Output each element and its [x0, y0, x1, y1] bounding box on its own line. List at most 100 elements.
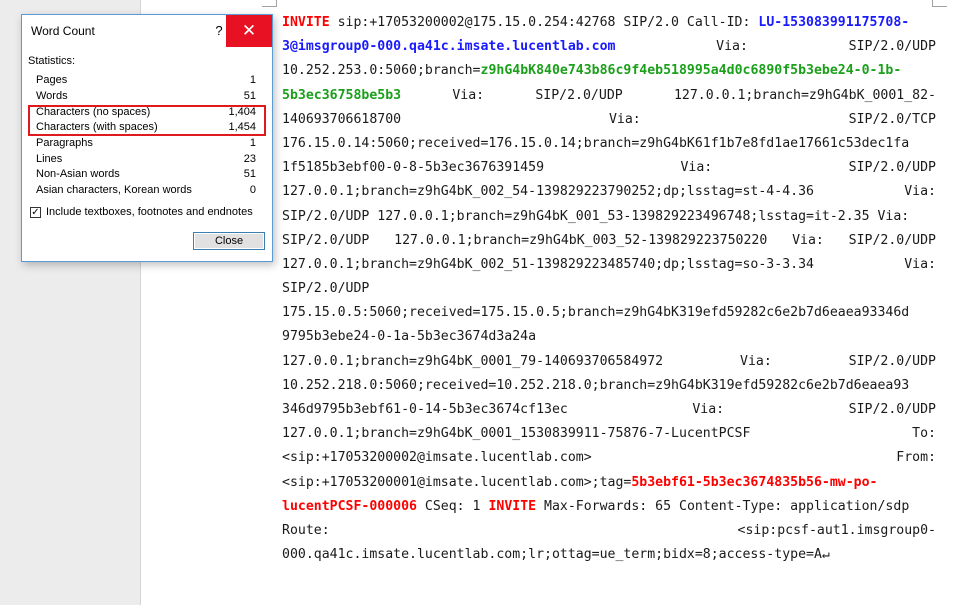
text-run: Via:: [452, 87, 485, 103]
text-run: <sip:+17053200002@imsate.lucentlab.com>: [282, 450, 592, 466]
text-run: Via:: [680, 160, 713, 176]
stat-row: Non-Asian words 51: [36, 167, 256, 183]
text-run: <sip:+17053200001@imsate.lucentlab.com>;…: [282, 474, 632, 490]
text-run: Via:: [608, 111, 641, 127]
text-run: 127.0.0.1;branch=z9hG4bK_0001_79-1406937…: [282, 353, 664, 369]
document-line: SIP/2.0/UDP 127.0.0.1;branch=z9hG4bK_001…: [282, 205, 936, 229]
text-run: 000.qa41c.imsate.lucentlab.com;lr;ottag=…: [282, 547, 830, 563]
text-run: Via:: [792, 232, 824, 248]
text-run: SIP/2.0/UDP: [848, 353, 936, 369]
document-line: <sip:+17053200002@imsate.lucentlab.com> F…: [282, 446, 936, 470]
document-line: 176.15.0.14:5060;received=176.15.0.14;br…: [282, 132, 936, 156]
margin-corner-mark-right: [932, 0, 947, 7]
text-run: SIP/2.0/UDP: [848, 402, 936, 417]
text-run: SIP/2.0/UDP 127.0.0.1;branch=z9hG4bK_001…: [282, 208, 910, 224]
text-run: 1f5185b3ebf00-0-8-5b3ec3676391459: [282, 160, 545, 176]
text-run: 346d9795b3ebf61-0-14-5b3ec3674cf13ec: [282, 402, 568, 417]
document-line: 9795b3ebe24-0-1a-5b3ec3674d3a24a: [282, 325, 936, 349]
document-line: 127.0.0.1;branch=z9hG4bK_002_51-13982922…: [282, 253, 936, 277]
margin-corner-mark-left: [262, 0, 277, 7]
dialog-titlebar: Word Count ? ✕: [22, 15, 272, 47]
stat-value: 1: [249, 137, 256, 149]
document-line: 10.252.253.0:5060;branch=z9hG4bK840e743b…: [282, 59, 936, 83]
stat-row: Pages 1: [36, 73, 256, 89]
text-run: 127.0.0.1;branch=z9hG4bK_002_51-13982922…: [282, 256, 814, 272]
text-run: SIP/2.0/UDP: [535, 87, 623, 103]
text-run: 175.15.0.5:5060;received=175.15.0.5;bran…: [282, 305, 910, 321]
word-count-dialog: Word Count ? ✕ Statistics: Pages 1 Words 51…: [21, 14, 273, 262]
document-line: SIP/2.0/UDP 127.0.0.1;branch=z9hG4bK_003_…: [282, 229, 936, 253]
text-run: SIP/2.0/UDP: [282, 232, 370, 248]
include-textboxes-row[interactable]: ✓ Include textboxes, footnotes and endno…: [30, 206, 270, 220]
text-run: 3@imsgroup0-000.qa41c.imsate.lucentlab.c…: [282, 39, 616, 55]
text-run: 127.0.0.1;branch=z9hG4bK_0001_82-: [673, 87, 936, 103]
document-line: 5b3ec36758be5b3 Via: SIP/2.0/UDP 127.0.0.1;…: [282, 84, 936, 108]
stat-value: 51: [243, 168, 256, 180]
text-run: LU-153083991175708-: [758, 15, 910, 30]
stat-value: 0: [249, 184, 256, 196]
stat-label: Pages: [36, 74, 68, 86]
text-run: z9hG4bK840e743b86c9f4eb518995a4d0c6890f5…: [480, 63, 902, 79]
include-textboxes-label[interactable]: Include textboxes, footnotes and endnote…: [46, 206, 253, 218]
text-run: 127.0.0.1;branch=z9hG4bK_003_52-13982922…: [394, 232, 768, 248]
text-run: Via:: [904, 256, 936, 272]
stat-label: Paragraphs: [36, 137, 93, 149]
document-line: lucentPCSF-000006 CSeq: 1 INVITE Max-For…: [282, 495, 936, 519]
document-line: 127.0.0.1;branch=z9hG4bK_0001_79-1406937…: [282, 350, 936, 374]
document-line: 127.0.0.1;branch=z9hG4bK_0001_1530839911…: [282, 422, 936, 446]
text-run: lucentPCSF-000006: [282, 498, 417, 514]
stat-value: 51: [243, 90, 256, 102]
stat-label: Words: [36, 90, 68, 102]
stat-value: 23: [243, 153, 256, 165]
document-body[interactable]: INVITE sip:+17053200002@175.15.0.254:427…: [282, 11, 936, 567]
text-run: Via:: [716, 39, 748, 55]
text-run: 10.252.253.0:5060;branch=: [282, 63, 481, 79]
text-run: INVITE: [488, 498, 537, 514]
text-run: INVITE: [282, 15, 330, 30]
text-run: SIP/2.0/TCP: [848, 111, 936, 127]
stat-label: Non-Asian words: [36, 168, 120, 180]
text-run: 9795b3ebe24-0-1a-5b3ec3674d3a24a: [282, 329, 537, 345]
text-run: From:: [896, 450, 936, 466]
text-run: SIP/2.0/UDP: [848, 160, 936, 176]
text-run: 5b3ec36758be5b3: [282, 87, 402, 103]
document-line: 000.qa41c.imsate.lucentlab.com;lr;ottag=…: [282, 543, 936, 567]
text-run: Via:: [904, 184, 936, 200]
text-run: Via:: [692, 402, 725, 417]
document-line: <sip:+17053200001@imsate.lucentlab.com>;…: [282, 471, 936, 495]
stat-row: Paragraphs 1: [36, 136, 256, 152]
document-line: 346d9795b3ebf61-0-14-5b3ec3674cf13ec Via:…: [282, 398, 936, 422]
text-run: To:: [912, 426, 936, 442]
text-run: sip:+17053200002@175.15.0.254:42768 SIP/…: [329, 15, 759, 30]
close-button[interactable]: Close: [193, 232, 265, 250]
document-line: 140693706618700 Via: SIP/2.0/TCP: [282, 108, 936, 132]
text-run: 176.15.0.14:5060;received=176.15.0.14;br…: [282, 135, 910, 151]
stat-row: Lines 23: [36, 152, 256, 168]
text-run: 140693706618700: [282, 111, 402, 127]
document-line: Route: <sip:pcsf-aut1.imsgroup0-: [282, 519, 936, 543]
document-line: 10.252.218.0:5060;received=10.252.218.0;…: [282, 374, 936, 398]
text-run: Route:: [282, 522, 330, 538]
stat-value: 1: [249, 74, 256, 86]
dialog-title: Word Count: [31, 24, 95, 38]
text-run: SIP/2.0/UDP: [282, 281, 370, 297]
document-line: SIP/2.0/UDP: [282, 277, 936, 301]
text-run: 10.252.218.0:5060;received=10.252.218.0;…: [282, 377, 910, 393]
close-icon[interactable]: ✕: [226, 15, 272, 47]
stat-label: Lines: [36, 153, 63, 165]
document-line: 127.0.0.1;branch=z9hG4bK_002_54-13982922…: [282, 180, 936, 204]
stat-label: Asian characters, Korean words: [36, 184, 192, 196]
text-run: Via:: [740, 353, 772, 369]
text-run: <sip:pcsf-aut1.imsgroup0-: [737, 522, 937, 538]
text-run: 5b3ebf61-5b3ec3674835b56-mw-po-: [631, 474, 878, 490]
stat-row: Words 51: [36, 89, 256, 105]
document-line: 175.15.0.5:5060;received=175.15.0.5;bran…: [282, 301, 936, 325]
stat-row: Asian characters, Korean words 0: [36, 183, 256, 199]
text-run: Max-Forwards: 65 Content-Type: applicati…: [536, 498, 910, 514]
text-run: SIP/2.0/UDP: [848, 232, 936, 248]
text-run: 127.0.0.1;branch=z9hG4bK_0001_1530839911…: [282, 426, 751, 442]
text-run: SIP/2.0/UDP: [848, 39, 936, 55]
document-line: 1f5185b3ebf00-0-8-5b3ec3676391459 Via: SIP…: [282, 156, 936, 180]
statistics-heading: Statistics:: [28, 55, 76, 67]
include-textboxes-checkbox[interactable]: ✓: [30, 207, 41, 218]
